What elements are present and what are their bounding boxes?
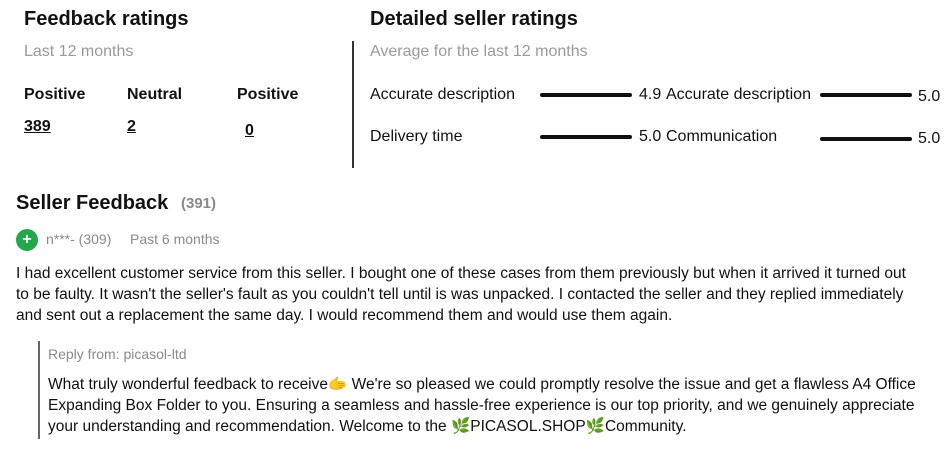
seller-reply: What truly wonderful feedback to receive… bbox=[48, 374, 943, 437]
feedback-time: Past 6 months bbox=[130, 231, 220, 247]
feedback-comment-line: and sent out a replacement the same day.… bbox=[16, 307, 673, 324]
rating-value: 5.0 bbox=[918, 88, 941, 105]
feedback-user: n***- (309) bbox=[46, 231, 112, 247]
seller-feedback-title: Seller Feedback bbox=[16, 192, 169, 214]
rating-label-communication: Communication bbox=[666, 128, 778, 145]
rating-label-accurate-description: Accurate description bbox=[370, 86, 515, 103]
neutral-count-link[interactable]: 2 bbox=[127, 118, 136, 136]
feedback-comment-line: to be faulty. It wasn't the seller's fau… bbox=[16, 286, 904, 303]
rating-bar bbox=[820, 93, 912, 97]
rating-label-accurate-description-2: Accurate description bbox=[666, 86, 811, 103]
positive-plus-icon: + bbox=[16, 229, 38, 251]
rating-bar bbox=[820, 137, 912, 141]
negative-label: Positive bbox=[237, 86, 299, 103]
feedback-period: Last 12 months bbox=[24, 43, 134, 60]
neutral-label: Neutral bbox=[127, 86, 183, 103]
reply-indent-line bbox=[38, 341, 40, 439]
rating-label-delivery-time: Delivery time bbox=[370, 128, 463, 145]
feedback-comment-line: I had excellent customer service from th… bbox=[16, 265, 906, 282]
seller-reply-line: your understanding and recommendation. W… bbox=[48, 418, 687, 435]
negative-count-link[interactable]: 0 bbox=[245, 122, 254, 140]
feedback-comment: I had excellent customer service from th… bbox=[16, 263, 946, 326]
seller-reply-line: What truly wonderful feedback to receive… bbox=[48, 376, 916, 393]
section-divider bbox=[352, 41, 354, 168]
seller-reply-line: Expanding Box Folder to you. Ensuring a … bbox=[48, 397, 915, 414]
rating-bar bbox=[540, 93, 632, 97]
rating-bar bbox=[540, 135, 632, 139]
rating-value: 5.0 bbox=[918, 130, 941, 147]
rating-value: 5.0 bbox=[639, 128, 662, 145]
seller-feedback-count: (391) bbox=[181, 195, 217, 212]
feedback-ratings-title: Feedback ratings bbox=[24, 8, 189, 30]
detailed-ratings-subtitle: Average for the last 12 months bbox=[370, 43, 588, 60]
positive-label: Positive bbox=[24, 86, 86, 103]
detailed-ratings-title: Detailed seller ratings bbox=[370, 8, 578, 30]
positive-count-link[interactable]: 389 bbox=[24, 118, 51, 136]
reply-from: Reply from: picasol-ltd bbox=[48, 346, 187, 362]
rating-value: 4.9 bbox=[639, 86, 662, 103]
